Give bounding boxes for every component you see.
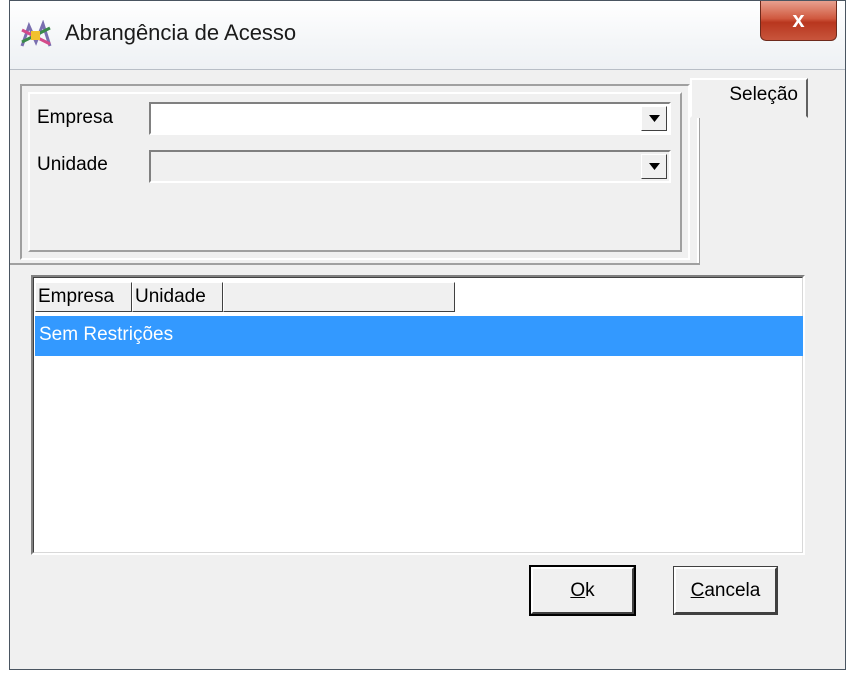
chevron-down-icon[interactable]: [641, 154, 667, 179]
tab-selecao[interactable]: Seleção: [690, 78, 808, 118]
cancel-mnemonic: C: [690, 580, 705, 601]
ok-label: k: [585, 580, 595, 601]
ok-mnemonic: O: [570, 580, 586, 601]
close-icon: x: [792, 7, 805, 32]
column-header-empty[interactable]: [223, 282, 455, 312]
app-icon: [20, 20, 52, 47]
unidade-select[interactable]: [149, 150, 671, 183]
client-area: Empresa Unidade Seleção Empresa Unidade: [10, 70, 845, 669]
empresa-label: Empresa: [37, 107, 114, 128]
tab-selecao-label: Seleção: [729, 84, 798, 105]
tab-divider: [10, 263, 700, 265]
column-header-empresa[interactable]: Empresa: [35, 282, 132, 312]
ok-button[interactable]: Ok: [529, 565, 636, 616]
chevron-down-icon[interactable]: [641, 106, 667, 131]
unidade-label: Unidade: [37, 154, 108, 175]
title-bar[interactable]: Abrangência de Acesso x: [10, 1, 845, 70]
cancel-label: ancela: [704, 580, 761, 601]
access-list[interactable]: Empresa Unidade Sem Restrições: [31, 275, 805, 555]
list-item-text: Sem Restrições: [39, 324, 174, 345]
dialog-window: Abrangência de Acesso x Empresa Unidade …: [9, 0, 846, 670]
cancel-button[interactable]: Cancela: [673, 566, 778, 615]
window-title: Abrangência de Acesso: [65, 20, 297, 45]
close-button[interactable]: x: [760, 1, 837, 41]
column-header-unidade[interactable]: Unidade: [132, 282, 223, 312]
empresa-select[interactable]: [149, 102, 671, 135]
list-item[interactable]: Sem Restrições: [35, 316, 803, 356]
